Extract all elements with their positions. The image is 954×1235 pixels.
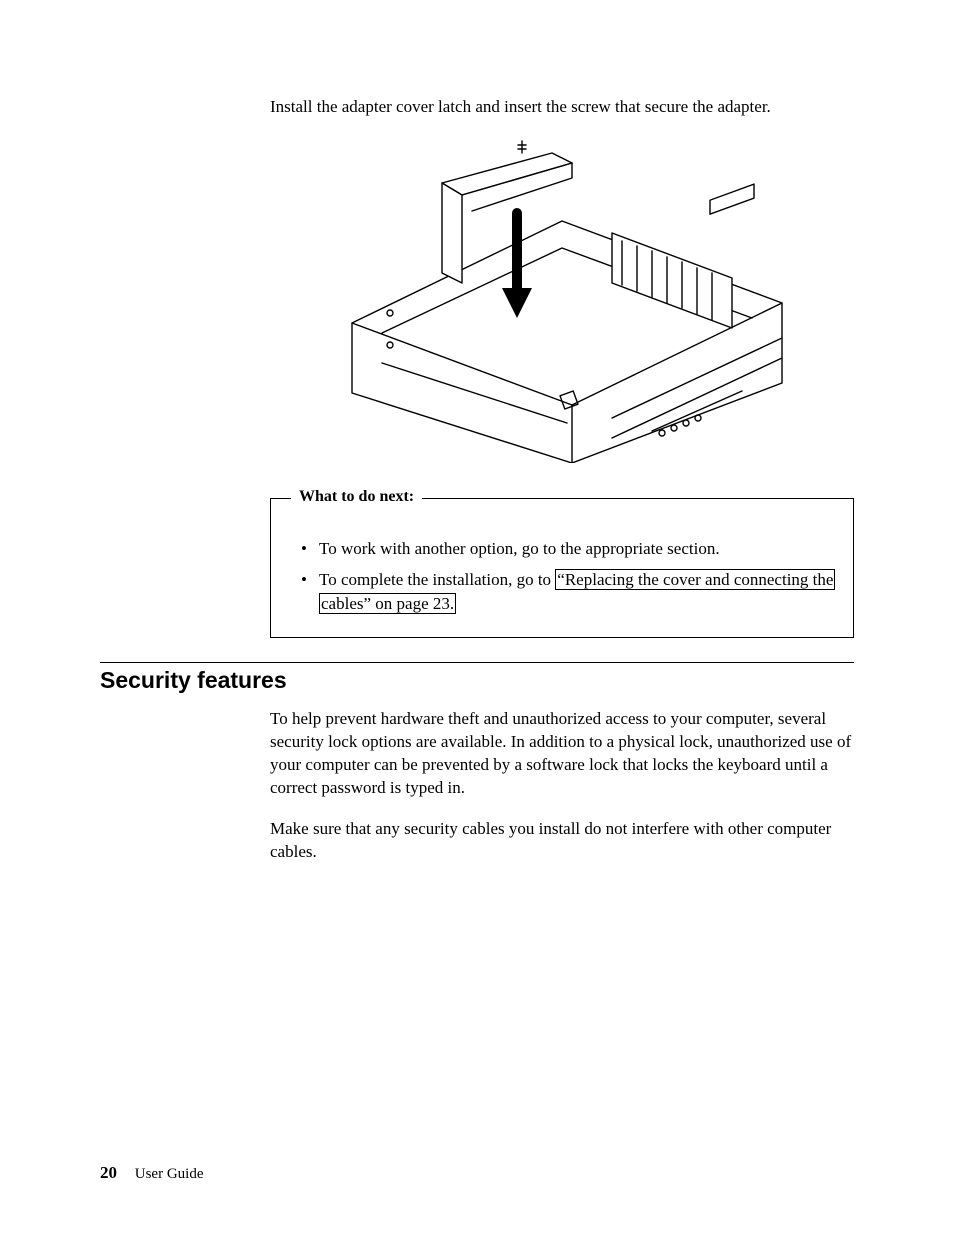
section-rule <box>100 662 854 663</box>
figure-adapter-install <box>270 133 854 468</box>
intro-text: Install the adapter cover latch and inse… <box>270 96 854 119</box>
section-heading: Security features <box>100 667 854 694</box>
what-to-do-next-box: What to do next: To work with another op… <box>270 498 854 638</box>
box-item-1: To work with another option, go to the a… <box>305 537 837 562</box>
box-title-text: What to do next: <box>299 488 414 505</box>
box-list: To work with another option, go to the a… <box>287 537 837 617</box>
section-para-2: Make sure that any security cables you i… <box>270 818 854 864</box>
page: Install the adapter cover latch and inse… <box>0 0 954 1235</box>
cross-ref-link-line2[interactable]: cables” on page 23. <box>319 593 456 614</box>
box-title: What to do next: <box>291 488 422 506</box>
box-item-2-pre: To complete the installation, go to <box>319 570 555 589</box>
footer-label: User Guide <box>135 1166 204 1182</box>
page-number: 20 <box>100 1163 117 1182</box>
box-item-1-text: To work with another option, go to the a… <box>319 539 720 558</box>
content-block: Install the adapter cover latch and inse… <box>270 96 854 638</box>
section-para-1: To help prevent hardware theft and unaut… <box>270 708 854 800</box>
box-item-2: To complete the installation, go to “Rep… <box>305 568 837 617</box>
chassis-illustration-svg <box>312 133 812 463</box>
page-footer: 20 User Guide <box>100 1163 203 1183</box>
section-body: To help prevent hardware theft and unaut… <box>270 708 854 864</box>
cross-ref-link-line1[interactable]: “Replacing the cover and connecting the <box>555 569 835 590</box>
